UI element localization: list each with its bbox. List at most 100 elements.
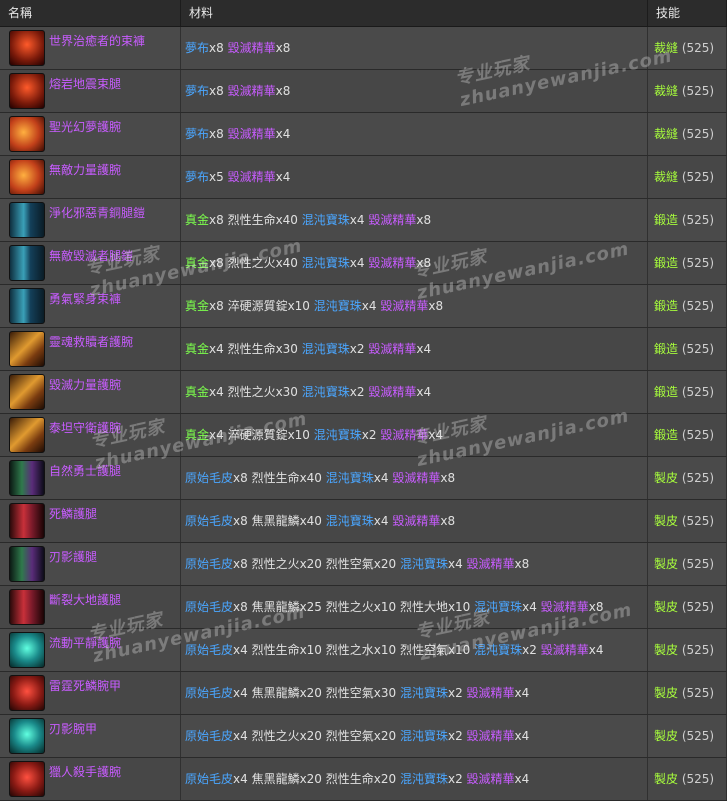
- material-link[interactable]: 夢布: [185, 41, 209, 55]
- item-name[interactable]: 淨化邪惡青銅腿鎧: [49, 199, 145, 241]
- item-name[interactable]: 無敵力量護腕: [49, 156, 121, 198]
- table-row[interactable]: 熔岩地震束腿 夢布x8 毀滅精華x8 裁縫 (525): [0, 70, 727, 113]
- table-row[interactable]: 獵人殺手護腕 原始毛皮x4 焦黑龍鱗x20 烈性生命x20 混沌寶珠x2 毀滅精華…: [0, 758, 727, 801]
- material-link[interactable]: 原始毛皮: [185, 600, 233, 614]
- table-row[interactable]: 自然勇士護腿 原始毛皮x8 烈性生命x40 混沌寶珠x4 毀滅精華x8 製皮 (52…: [0, 457, 727, 500]
- legs-green-icon[interactable]: [9, 460, 45, 496]
- table-row[interactable]: 聖光幻夢護腕 夢布x8 毀滅精華x4 裁縫 (525): [0, 113, 727, 156]
- table-row[interactable]: 勇氣緊身束褲 真金x8 淬硬源質錠x10 混沌寶珠x4 毀滅精華x8 鍛造 (525…: [0, 285, 727, 328]
- material-link[interactable]: 毀滅精華: [467, 772, 515, 786]
- item-name[interactable]: 刃影護腿: [49, 543, 97, 585]
- material-link[interactable]: 毀滅精華: [467, 557, 515, 571]
- material-link[interactable]: 毀滅精華: [467, 729, 515, 743]
- column-header-skill[interactable]: 技能: [648, 0, 727, 26]
- legplate-teal-icon[interactable]: [9, 245, 45, 281]
- table-row[interactable]: 死鱗護腿 原始毛皮x8 焦黑龍鱗x40 混沌寶珠x4 毀滅精華x8 製皮 (525): [0, 500, 727, 543]
- pants-red-icon[interactable]: [9, 73, 45, 109]
- bracer-orange-icon[interactable]: [9, 116, 45, 152]
- table-row[interactable]: 刃影腕甲 原始毛皮x4 烈性之火x20 烈性空氣x20 混沌寶珠x2 毀滅精華x4…: [0, 715, 727, 758]
- material-link[interactable]: 毀滅精華: [228, 127, 276, 141]
- material-link[interactable]: 真金: [185, 385, 209, 399]
- material-link[interactable]: 混沌寶珠: [400, 686, 448, 700]
- item-name[interactable]: 熔岩地震束腿: [49, 70, 121, 112]
- material-link[interactable]: 原始毛皮: [185, 729, 233, 743]
- material-link[interactable]: 毀滅精華: [368, 256, 416, 270]
- legplate-teal-icon[interactable]: [9, 288, 45, 324]
- material-link[interactable]: 混沌寶珠: [302, 342, 350, 356]
- material-link[interactable]: 毀滅精華: [368, 342, 416, 356]
- material-link[interactable]: 混沌寶珠: [400, 557, 448, 571]
- material-link[interactable]: 毀滅精華: [541, 643, 589, 657]
- legplate-teal-icon[interactable]: [9, 202, 45, 238]
- material-link[interactable]: 混沌寶珠: [302, 256, 350, 270]
- material-link[interactable]: 毀滅精華: [228, 170, 276, 184]
- table-row[interactable]: 靈魂救贖者護腕 真金x4 烈性生命x30 混沌寶珠x2 毀滅精華x4 鍛造 (525…: [0, 328, 727, 371]
- item-name[interactable]: 流動平靜護腕: [49, 629, 121, 671]
- item-name[interactable]: 刃影腕甲: [49, 715, 97, 757]
- column-header-materials[interactable]: 材料: [181, 0, 648, 26]
- bracer-teal-icon[interactable]: [9, 632, 45, 668]
- table-row[interactable]: 刃影護腿 原始毛皮x8 烈性之火x20 烈性空氣x20 混沌寶珠x4 毀滅精華x8…: [0, 543, 727, 586]
- material-link[interactable]: 原始毛皮: [185, 686, 233, 700]
- item-name[interactable]: 泰坦守衛護腕: [49, 414, 121, 456]
- item-name[interactable]: 死鱗護腿: [49, 500, 97, 542]
- table-row[interactable]: 泰坦守衛護腕 真金x4 淬硬源質錠x10 混沌寶珠x2 毀滅精華x4 鍛造 (525…: [0, 414, 727, 457]
- material-link[interactable]: 真金: [185, 342, 209, 356]
- material-link[interactable]: 原始毛皮: [185, 772, 233, 786]
- item-name[interactable]: 世界治癒者的束褲: [49, 27, 145, 69]
- material-link[interactable]: 夢布: [185, 170, 209, 184]
- material-link[interactable]: 夢布: [185, 84, 209, 98]
- material-link[interactable]: 混沌寶珠: [474, 600, 522, 614]
- material-link[interactable]: 毀滅精華: [380, 299, 428, 313]
- material-link[interactable]: 原始毛皮: [185, 514, 233, 528]
- item-name[interactable]: 獵人殺手護腕: [49, 758, 121, 800]
- material-link[interactable]: 混沌寶珠: [400, 729, 448, 743]
- table-row[interactable]: 毀滅力量護腕 真金x4 烈性之火x30 混沌寶珠x2 毀滅精華x4 鍛造 (525): [0, 371, 727, 414]
- material-link[interactable]: 毀滅精華: [467, 686, 515, 700]
- material-link[interactable]: 混沌寶珠: [400, 772, 448, 786]
- material-link[interactable]: 原始毛皮: [185, 557, 233, 571]
- table-row[interactable]: 無敵毀滅者腿鎧 真金x8 烈性之火x40 混沌寶珠x4 毀滅精華x8 鍛造 (525…: [0, 242, 727, 285]
- material-link[interactable]: 毀滅精華: [380, 428, 428, 442]
- material-link[interactable]: 毀滅精華: [228, 41, 276, 55]
- material-link[interactable]: 原始毛皮: [185, 643, 233, 657]
- material-link[interactable]: 混沌寶珠: [314, 299, 362, 313]
- material-link[interactable]: 毀滅精華: [228, 84, 276, 98]
- bracer-gold-icon[interactable]: [9, 331, 45, 367]
- table-row[interactable]: 雷霆死鱗腕甲 原始毛皮x4 焦黑龍鱗x20 烈性空氣x30 混沌寶珠x2 毀滅精華…: [0, 672, 727, 715]
- item-name[interactable]: 雷霆死鱗腕甲: [49, 672, 121, 714]
- item-name[interactable]: 勇氣緊身束褲: [49, 285, 121, 327]
- material-link[interactable]: 毀滅精華: [368, 385, 416, 399]
- material-link[interactable]: 混沌寶珠: [314, 428, 362, 442]
- bracer-red-icon[interactable]: [9, 761, 45, 797]
- table-row[interactable]: 流動平靜護腕 原始毛皮x4 烈性生命x10 烈性之水x10 烈性空氣x10 混沌寶…: [0, 629, 727, 672]
- material-link[interactable]: 混沌寶珠: [302, 213, 350, 227]
- material-link[interactable]: 毀滅精華: [368, 213, 416, 227]
- material-link[interactable]: 混沌寶珠: [326, 471, 374, 485]
- material-link[interactable]: 毀滅精華: [541, 600, 589, 614]
- table-row[interactable]: 淨化邪惡青銅腿鎧 真金x8 烈性生命x40 混沌寶珠x4 毀滅精華x8 鍛造 (52…: [0, 199, 727, 242]
- table-row[interactable]: 世界治癒者的束褲 夢布x8 毀滅精華x8 裁縫 (525): [0, 27, 727, 70]
- material-link[interactable]: 原始毛皮: [185, 471, 233, 485]
- legs-red-icon[interactable]: [9, 589, 45, 625]
- item-name[interactable]: 無敵毀滅者腿鎧: [49, 242, 133, 284]
- pants-red-icon[interactable]: [9, 30, 45, 66]
- column-header-name[interactable]: 名稱: [0, 0, 181, 26]
- bracer-teal-icon[interactable]: [9, 718, 45, 754]
- item-name[interactable]: 斷裂大地護腿: [49, 586, 121, 628]
- bracer-gold-icon[interactable]: [9, 374, 45, 410]
- material-link[interactable]: 混沌寶珠: [302, 385, 350, 399]
- material-link[interactable]: 混沌寶珠: [326, 514, 374, 528]
- item-name[interactable]: 靈魂救贖者護腕: [49, 328, 133, 370]
- legs-red-icon[interactable]: [9, 503, 45, 539]
- material-link[interactable]: 毀滅精華: [392, 471, 440, 485]
- bracer-orange-icon[interactable]: [9, 159, 45, 195]
- material-link[interactable]: 真金: [185, 299, 209, 313]
- material-link[interactable]: 真金: [185, 213, 209, 227]
- material-link[interactable]: 真金: [185, 256, 209, 270]
- legs-green-icon[interactable]: [9, 546, 45, 582]
- item-name[interactable]: 毀滅力量護腕: [49, 371, 121, 413]
- material-link[interactable]: 真金: [185, 428, 209, 442]
- material-link[interactable]: 混沌寶珠: [474, 643, 522, 657]
- material-link[interactable]: 夢布: [185, 127, 209, 141]
